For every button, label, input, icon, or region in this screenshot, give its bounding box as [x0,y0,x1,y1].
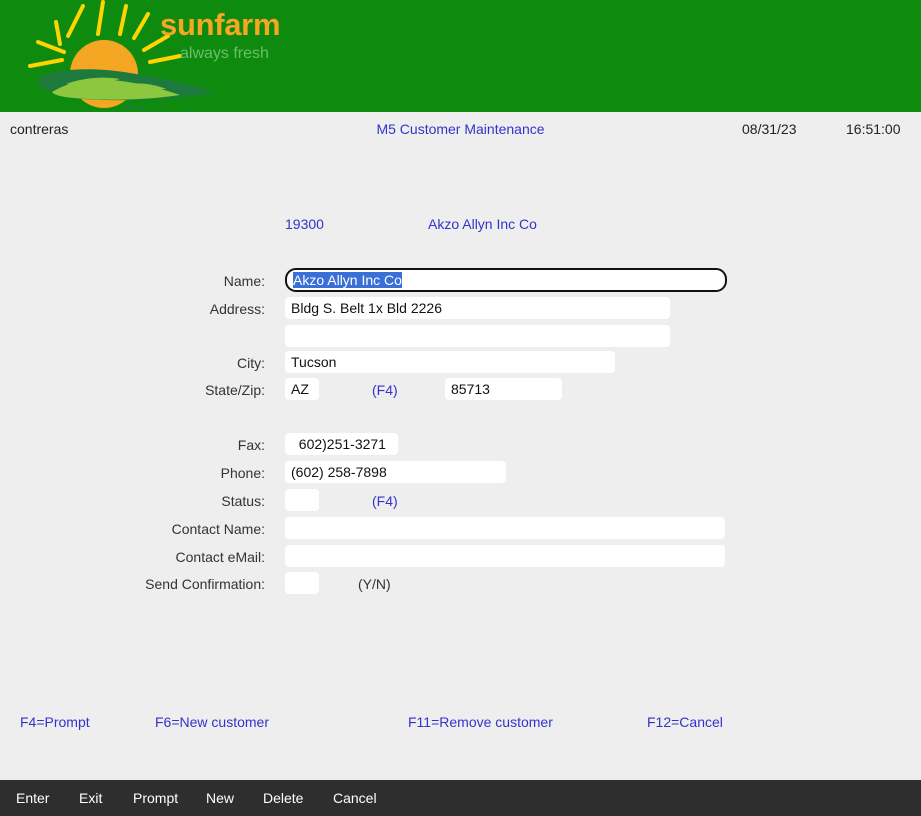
fax-input[interactable]: 602)251-3271 [285,433,398,455]
state-f4-hint[interactable]: (F4) [372,378,398,402]
city-input[interactable]: Tucson [285,351,615,373]
label-contact_email: Contact eMail: [175,549,265,565]
label-name: Name: [223,273,265,289]
label-fax: Fax: [237,437,265,453]
function-key-legend: F4=Prompt F6=New customer F11=Remove custo… [0,711,921,733]
label-contact_name: Contact Name: [171,521,265,537]
label-state: State/Zip: [205,382,265,398]
status-input[interactable] [285,489,319,511]
function-key-f12[interactable]: F12=Cancel [647,711,723,733]
zip-input[interactable]: 85713 [445,378,562,400]
toolbar-cancel-button[interactable]: Cancel [333,790,377,806]
customer-form: Name: Akzo Allyn Inc Co Address: Bldg S. Be… [0,0,921,816]
toolbar-enter-button[interactable]: Enter [16,790,49,806]
function-key-f6[interactable]: F6=New customer [155,711,269,733]
send_confirmation-input[interactable] [285,572,319,594]
label-city: City: [237,355,265,371]
contact_name-input[interactable] [285,517,725,539]
name-selected-text: Akzo Allyn Inc Co [293,272,402,288]
contact_email-input[interactable] [285,545,725,567]
bottom-toolbar: Enter Exit Prompt New Delete Cancel [0,780,921,816]
toolbar-prompt-button[interactable]: Prompt [133,790,178,806]
toolbar-new-button[interactable]: New [206,790,234,806]
toolbar-delete-button[interactable]: Delete [263,790,303,806]
function-key-f4[interactable]: F4=Prompt [20,711,90,733]
label-status: Status: [221,493,265,509]
status-f4-hint[interactable]: (F4) [372,489,398,513]
state-input[interactable]: AZ [285,378,319,400]
toolbar-exit-button[interactable]: Exit [79,790,102,806]
send-confirmation-yn-hint: (Y/N) [358,576,391,592]
address2-input[interactable] [285,325,670,347]
label-address1: Address: [209,301,265,317]
phone-input[interactable]: (602) 258-7898 [285,461,506,483]
function-key-f11[interactable]: F11=Remove customer [408,711,553,733]
address1-input[interactable]: Bldg S. Belt 1x Bld 2226 [285,297,670,319]
label-phone: Phone: [220,465,265,481]
name-input[interactable]: Akzo Allyn Inc Co [285,268,727,292]
label-send_confirmation: Send Confirmation: [145,576,265,592]
